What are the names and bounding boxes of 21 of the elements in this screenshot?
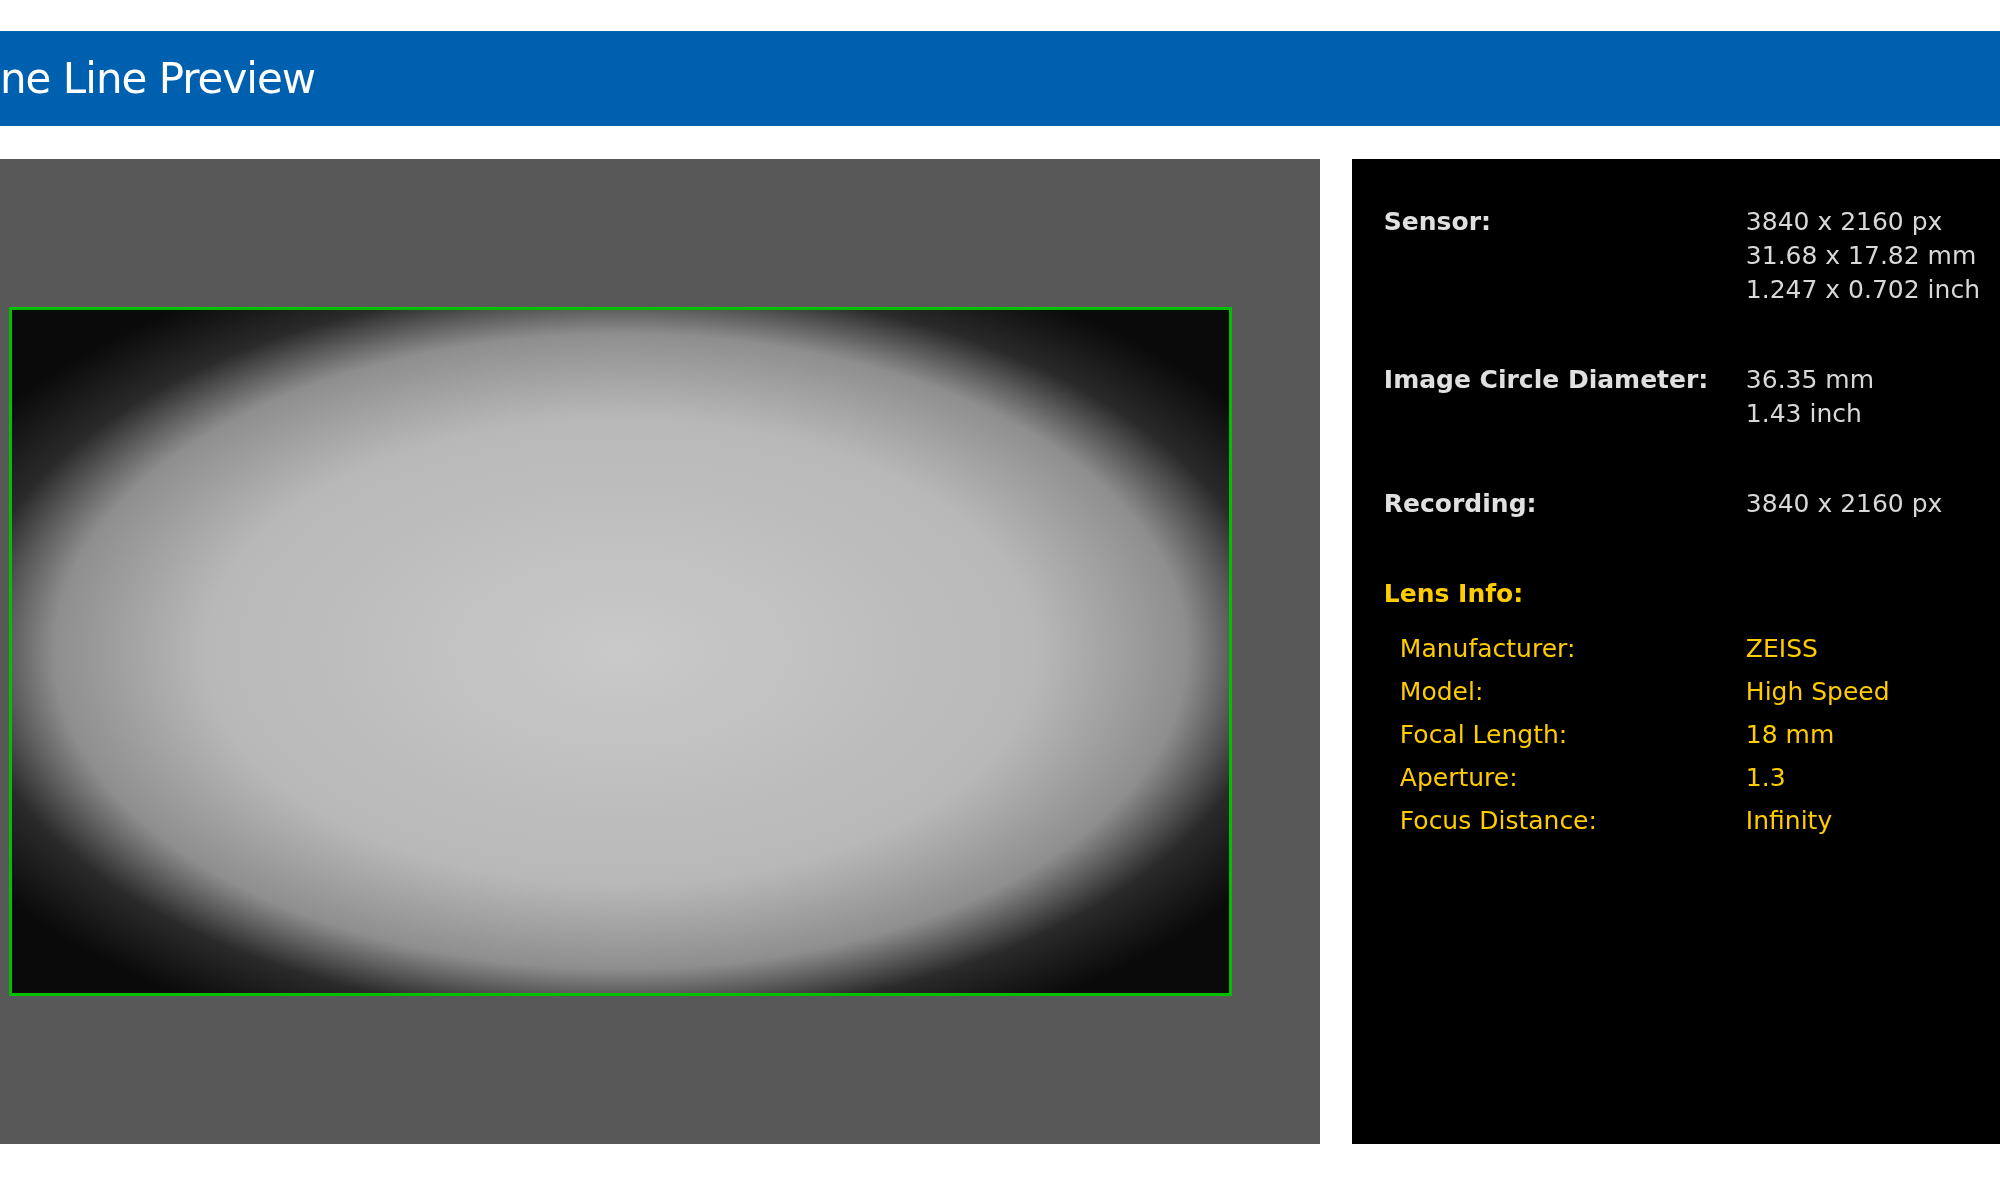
lens-value: Infinity [1745,806,1834,835]
spec-value: 31.68 x 17.82 mm [1745,240,1978,272]
lens-value: 18 mm [1745,720,1836,749]
lens-label: Model: [1399,677,1485,706]
spec-label: Sensor: [1383,206,1492,238]
lens-value: ZEISS [1745,634,1819,663]
lens-label: Focus Distance: [1399,806,1598,835]
spec-label: Recording: [1383,488,1538,520]
page-title: ne Line Preview [0,54,316,103]
spec-value: 36.35 mm [1745,364,1876,396]
lens-info-heading: Lens Info: [1383,578,1525,610]
spec-value: 3840 x 2160 px [1745,488,1944,520]
lens-value: 1.3 [1745,763,1787,792]
spec-value: 1.247 x 0.702 inch [1745,274,1980,306]
lens-label: Manufacturer: [1399,634,1577,663]
spec-label: Image Circle Diameter: [1383,364,1710,396]
spec-value: 3840 x 2160 px [1745,206,1944,238]
spec-value: 1.43 inch [1745,398,1863,430]
lens-label: Aperture: [1399,763,1519,792]
lens-label: Focal Length: [1399,720,1569,749]
lens-value: High Speed [1745,677,1891,706]
